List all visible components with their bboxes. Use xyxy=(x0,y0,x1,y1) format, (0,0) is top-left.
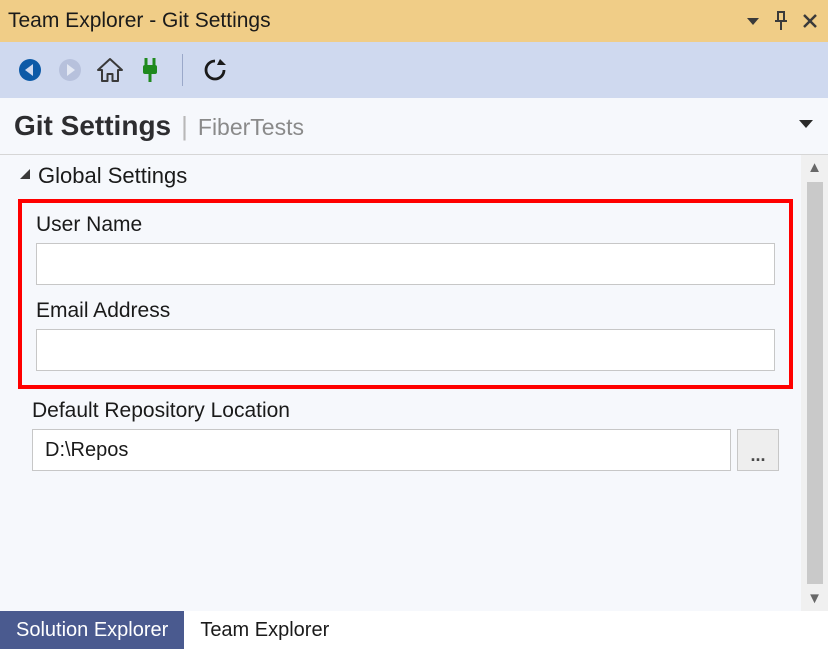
refresh-icon[interactable] xyxy=(197,52,233,88)
username-label: User Name xyxy=(36,213,775,237)
tab-solution-explorer[interactable]: Solution Explorer xyxy=(0,611,184,649)
collapse-icon xyxy=(18,168,32,185)
home-icon[interactable] xyxy=(92,52,128,88)
global-settings-header[interactable]: Global Settings xyxy=(18,163,793,189)
window-menu-dropdown-icon[interactable] xyxy=(746,16,760,26)
back-icon[interactable] xyxy=(12,52,48,88)
username-field-group: User Name xyxy=(36,213,775,285)
highlighted-fields: User Name Email Address xyxy=(18,199,793,389)
content-area: Global Settings User Name Email Address … xyxy=(0,155,828,611)
page-title: Git Settings xyxy=(14,110,171,142)
global-settings-label: Global Settings xyxy=(38,163,187,189)
repo-label: Default Repository Location xyxy=(32,399,779,423)
repo-location-input[interactable] xyxy=(32,429,731,471)
vertical-scrollbar[interactable]: ▲ ▼ xyxy=(801,155,828,611)
window-title: Team Explorer - Git Settings xyxy=(8,9,271,33)
tab-team-explorer[interactable]: Team Explorer xyxy=(184,611,345,649)
toolbar xyxy=(0,42,828,98)
toolbar-divider xyxy=(182,54,183,86)
window-titlebar: Team Explorer - Git Settings xyxy=(0,0,828,42)
tab-solution-explorer-label: Solution Explorer xyxy=(16,619,168,642)
tab-team-explorer-label: Team Explorer xyxy=(200,619,329,642)
header-text: Git Settings | FiberTests xyxy=(14,110,304,142)
scroll-down-icon[interactable]: ▼ xyxy=(807,590,822,607)
email-input[interactable] xyxy=(36,329,775,371)
repo-row: ... xyxy=(32,429,779,471)
pin-icon[interactable] xyxy=(772,11,790,31)
forward-icon xyxy=(52,52,88,88)
page-subtitle: FiberTests xyxy=(198,114,304,141)
header-separator: | xyxy=(181,111,188,142)
username-input[interactable] xyxy=(36,243,775,285)
plug-icon[interactable] xyxy=(132,52,168,88)
bottom-tab-bar: Solution Explorer Team Explorer xyxy=(0,611,828,649)
email-label: Email Address xyxy=(36,299,775,323)
content-body: Global Settings User Name Email Address … xyxy=(0,155,801,611)
email-field-group: Email Address xyxy=(36,299,775,371)
scroll-thumb[interactable] xyxy=(807,182,823,584)
browse-label: ... xyxy=(750,445,765,466)
close-icon[interactable] xyxy=(802,13,818,29)
page-header: Git Settings | FiberTests xyxy=(0,98,828,155)
browse-button[interactable]: ... xyxy=(737,429,779,471)
scroll-up-icon[interactable]: ▲ xyxy=(807,159,822,176)
page-menu-dropdown-icon[interactable] xyxy=(798,117,814,135)
window-controls xyxy=(746,11,818,31)
repo-section: Default Repository Location ... xyxy=(18,399,793,471)
